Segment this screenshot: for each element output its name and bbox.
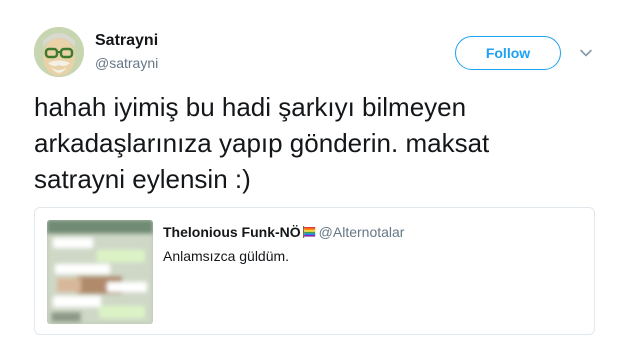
follow-button[interactable]: Follow: [455, 36, 561, 70]
author-avatar[interactable]: [34, 27, 84, 77]
quoted-author-name: Thelonious Funk-NÖ: [163, 224, 301, 240]
rainbow-flag-icon: [302, 226, 315, 238]
tweet-card: Satrayni @satrayni Follow hahah iyimiş b…: [0, 0, 629, 342]
quoted-author-handle: @Alternotalar: [318, 224, 405, 240]
tweet-text-line: arkadaşlarınıza yapıp gönderin. maksat: [34, 128, 490, 158]
quoted-tweet-text: Anlamsızca güldüm.: [163, 248, 290, 264]
quoted-tweet-media[interactable]: [47, 220, 153, 324]
tweet-text-line: hahah iyimiş bu hadi şarkıyı bilmeyen: [34, 92, 467, 122]
tweet-text: hahah iyimiş bu hadi şarkıyı bilmeyen ar…: [34, 89, 594, 197]
chevron-down-icon[interactable]: [578, 45, 594, 61]
author-handle[interactable]: @satrayni: [95, 55, 158, 71]
author-name[interactable]: Satrayni: [95, 32, 158, 50]
chat-screenshot-thumbnail: [47, 220, 153, 324]
quoted-tweet[interactable]: Thelonious Funk-NÖ @Alternotalar Anlamsı…: [34, 207, 595, 335]
quoted-tweet-header: Thelonious Funk-NÖ @Alternotalar: [163, 224, 404, 240]
tweet-text-line: satrayni eylensin :): [34, 164, 251, 194]
avatar-illustration: [34, 27, 84, 77]
